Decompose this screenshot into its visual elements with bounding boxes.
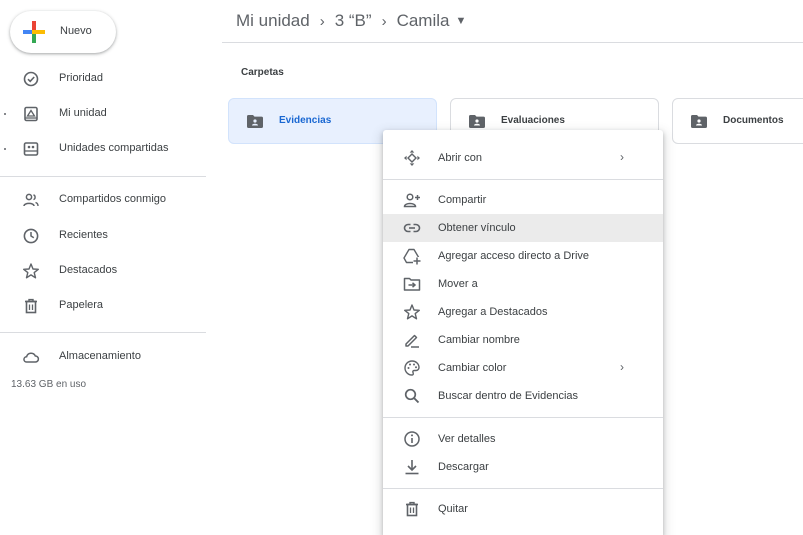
sidebar-item-label: Unidades compartidas (59, 142, 169, 154)
menu-item-label: Abrir con (438, 152, 483, 164)
people-icon (23, 193, 39, 207)
menu-item-cambiar-color[interactable]: Cambiar color › (383, 354, 663, 382)
sidebar-item-unidades-compartidas[interactable]: Unidades compartidas (0, 136, 206, 162)
shared-drives-icon (23, 142, 39, 156)
menu-item-label: Obtener vínculo (438, 222, 516, 234)
caret-down-icon[interactable]: ▼ (455, 15, 466, 27)
sidebar-item-compartidos-conmigo[interactable]: Compartidos conmigo (0, 187, 206, 213)
sidebar-item-recientes[interactable]: Recientes (0, 223, 206, 249)
sidebar-item-label: Prioridad (59, 72, 104, 84)
trash-icon (406, 501, 418, 517)
check-circle-icon (23, 71, 39, 87)
folder-name: Evaluaciones (501, 115, 565, 126)
breadcrumb: Mi unidad › 3 “B” › Camila ▼ (236, 9, 466, 33)
search-icon (404, 388, 420, 404)
sidebar-divider (0, 176, 206, 177)
sidebar-divider (0, 332, 206, 333)
sidebar-item-mi-unidad[interactable]: Mi unidad (0, 101, 206, 127)
menu-item-abrir-con[interactable]: Abrir con › (383, 144, 663, 172)
menu-item-label: Agregar acceso directo a Drive (438, 250, 590, 262)
expand-dot-icon[interactable] (4, 113, 6, 115)
menu-divider (383, 417, 663, 418)
move-to-folder-icon (403, 277, 421, 291)
sidebar-item-almacenamiento[interactable]: Almacenamiento (0, 344, 206, 370)
folder-person-icon (247, 115, 263, 128)
sidebar-item-papelera[interactable]: Papelera (0, 293, 206, 319)
menu-item-obtener-vinculo[interactable]: Obtener vínculo (383, 214, 663, 242)
context-menu: Abrir con › Compartir Obtener vínculo Ag… (383, 130, 663, 535)
trash-icon (25, 298, 37, 314)
sidebar-item-label: Mi unidad (59, 107, 107, 119)
info-icon (404, 431, 420, 447)
menu-item-label: Cambiar nombre (438, 334, 520, 346)
breadcrumb-item-3b[interactable]: 3 “B” (335, 11, 372, 31)
sidebar-item-destacados[interactable]: Destacados (0, 258, 206, 284)
link-icon (403, 223, 421, 233)
storage-usage-text: 13.63 GB en uso (11, 379, 87, 390)
menu-item-label: Buscar dentro de Evidencias (438, 390, 579, 402)
menu-item-mover-a[interactable]: Mover a (383, 270, 663, 298)
menu-item-ver-detalles[interactable]: Ver detalles (383, 425, 663, 453)
pencil-icon (405, 334, 419, 348)
folder-person-icon (469, 115, 485, 128)
folder-person-icon (691, 115, 707, 128)
menu-item-cambiar-nombre[interactable]: Cambiar nombre (383, 326, 663, 354)
breadcrumb-item-mi-unidad[interactable]: Mi unidad (236, 11, 310, 31)
sidebar-item-label: Compartidos conmigo (59, 193, 166, 205)
plus-icon (23, 21, 45, 43)
sidebar-item-label: Destacados (59, 264, 118, 276)
folder-name: Documentos (723, 115, 784, 126)
expand-dot-icon[interactable] (4, 148, 6, 150)
menu-item-label: Cambiar color (438, 362, 507, 374)
person-add-icon (403, 193, 420, 208)
new-button[interactable]: Nuevo (10, 11, 116, 53)
breadcrumb-separator: › (319, 12, 325, 30)
menu-item-compartir[interactable]: Compartir (383, 186, 663, 214)
breadcrumb-item-camila[interactable]: Camila (397, 11, 450, 31)
chevron-right-icon: › (620, 150, 624, 164)
menu-item-label: Ver detalles (438, 433, 496, 445)
cloud-icon (23, 352, 40, 363)
palette-icon (404, 360, 420, 376)
add-shortcut-icon (403, 248, 421, 265)
breadcrumb-separator: › (381, 12, 387, 30)
star-icon (23, 263, 39, 279)
star-outline-icon (404, 304, 420, 320)
menu-item-label: Compartir (438, 194, 487, 206)
menu-item-label: Quitar (438, 503, 468, 515)
menu-item-label: Mover a (438, 278, 478, 290)
move-arrows-icon (404, 150, 420, 166)
section-title-carpetas: Carpetas (241, 67, 284, 78)
header-divider (222, 42, 803, 43)
menu-item-agregar-acceso-directo[interactable]: Agregar acceso directo a Drive (383, 242, 663, 270)
new-button-label: Nuevo (60, 25, 92, 37)
drive-icon (24, 106, 38, 122)
menu-item-label: Agregar a Destacados (438, 306, 548, 318)
download-icon (405, 460, 419, 475)
menu-item-buscar-dentro[interactable]: Buscar dentro de Evidencias (383, 382, 663, 410)
folder-card-documentos[interactable]: Documentos (672, 98, 803, 144)
folder-name: Evidencias (279, 115, 332, 126)
chevron-right-icon: › (620, 360, 624, 374)
menu-item-agregar-destacados[interactable]: Agregar a Destacados (383, 298, 663, 326)
menu-item-label: Descargar (438, 461, 489, 473)
menu-divider (383, 488, 663, 489)
sidebar-item-label: Papelera (59, 299, 104, 311)
sidebar-item-label: Almacenamiento (59, 350, 141, 362)
sidebar-item-prioridad[interactable]: Prioridad (0, 66, 206, 92)
menu-divider (383, 179, 663, 180)
menu-item-quitar[interactable]: Quitar (383, 495, 663, 523)
sidebar-item-label: Recientes (59, 229, 108, 241)
clock-icon (23, 228, 39, 244)
menu-item-descargar[interactable]: Descargar (383, 453, 663, 481)
